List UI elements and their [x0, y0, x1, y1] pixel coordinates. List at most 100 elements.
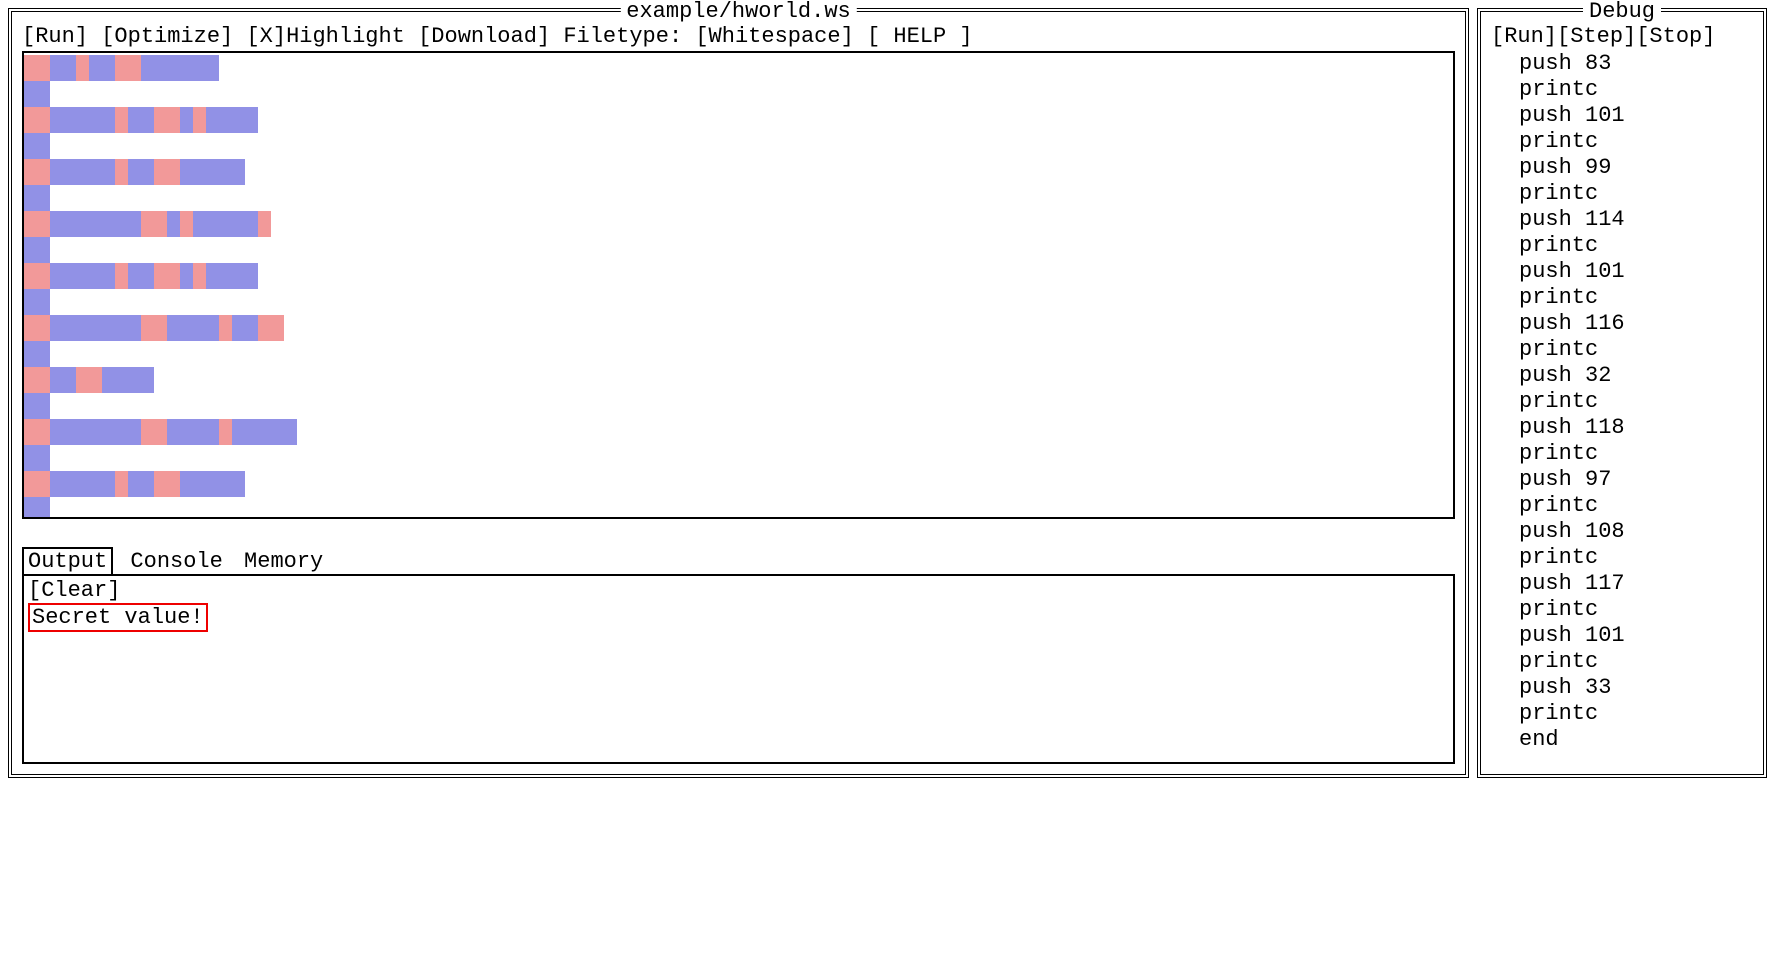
tab-token	[50, 419, 141, 445]
tab-token	[167, 211, 180, 237]
main-title-text: example/hworld.ws	[626, 0, 850, 24]
code-line	[24, 289, 1453, 315]
debug-op: printc	[1519, 441, 1753, 467]
space-token	[24, 367, 50, 393]
run-button[interactable]: [Run]	[22, 24, 88, 49]
space-token	[24, 419, 50, 445]
tab-token	[24, 393, 50, 419]
debug-op: printc	[1519, 649, 1753, 675]
space-token	[76, 55, 89, 81]
main-toolbar: [Run] [Optimize] [X]Highlight [Download]…	[22, 20, 1455, 51]
download-button[interactable]: [Download]	[418, 24, 550, 49]
debug-ops-list: push 83printcpush 101printcpush 99printc…	[1491, 49, 1753, 755]
tab-token	[128, 107, 154, 133]
space-token	[76, 367, 102, 393]
code-area[interactable]	[22, 51, 1455, 519]
space-token	[24, 471, 50, 497]
space-token	[115, 159, 128, 185]
debug-op: push 101	[1519, 103, 1753, 129]
tab-token	[128, 159, 154, 185]
space-token	[141, 419, 167, 445]
tab-token	[24, 289, 50, 315]
space-token	[24, 315, 50, 341]
tab-output[interactable]: Output	[22, 547, 113, 574]
app-root: example/hworld.ws [Run] [Optimize] [X]Hi…	[0, 0, 1775, 786]
debug-op: push 99	[1519, 155, 1753, 181]
tab-token	[50, 315, 141, 341]
debug-op: push 117	[1519, 571, 1753, 597]
debug-title-text: Debug	[1589, 0, 1655, 24]
tab-token	[50, 471, 115, 497]
space-token	[115, 471, 128, 497]
tab-token	[50, 263, 115, 289]
debug-op: push 118	[1519, 415, 1753, 441]
tab-token	[180, 471, 245, 497]
clear-button[interactable]: [Clear]	[28, 578, 120, 603]
debug-title: Debug	[1583, 0, 1661, 24]
output-text: Secret value!	[28, 603, 208, 632]
debug-op: printc	[1519, 493, 1753, 519]
tab-token	[193, 211, 258, 237]
debug-op: printc	[1519, 597, 1753, 623]
debug-step-button[interactable]: [Step]	[1557, 24, 1636, 49]
space-token	[115, 107, 128, 133]
debug-op: push 101	[1519, 623, 1753, 649]
tab-token	[50, 55, 76, 81]
tab-token	[232, 315, 258, 341]
debug-run-button[interactable]: [Run]	[1491, 24, 1557, 49]
filetype-select[interactable]: [Whitespace]	[695, 24, 853, 49]
code-line	[24, 445, 1453, 471]
code-line	[24, 107, 1453, 133]
tab-token	[232, 419, 297, 445]
debug-op: printc	[1519, 233, 1753, 259]
code-line	[24, 471, 1453, 497]
debug-op: printc	[1519, 545, 1753, 571]
tab-token	[24, 445, 50, 471]
code-line	[24, 159, 1453, 185]
space-token	[219, 419, 232, 445]
space-token	[193, 107, 206, 133]
debug-op: end	[1519, 727, 1753, 753]
space-token	[258, 211, 271, 237]
debug-toolbar: [Run][Step][Stop]	[1491, 20, 1753, 49]
highlight-checkbox[interactable]: [X]	[246, 24, 286, 49]
main-title: example/hworld.ws	[620, 0, 856, 24]
space-token	[141, 315, 167, 341]
space-token	[24, 55, 50, 81]
tab-token	[128, 263, 154, 289]
tab-token	[50, 159, 115, 185]
debug-op: push 116	[1519, 311, 1753, 337]
tab-token	[24, 81, 50, 107]
code-line	[24, 55, 1453, 81]
tab-token	[50, 107, 115, 133]
debug-stop-button[interactable]: [Stop]	[1636, 24, 1715, 49]
debug-op: push 114	[1519, 207, 1753, 233]
debug-op: printc	[1519, 181, 1753, 207]
tab-token	[206, 263, 258, 289]
space-token	[24, 211, 50, 237]
tab-token	[24, 341, 50, 367]
tab-token	[167, 419, 219, 445]
space-token	[24, 263, 50, 289]
space-token	[154, 107, 180, 133]
tab-token	[167, 315, 219, 341]
debug-op: printc	[1519, 285, 1753, 311]
optimize-button[interactable]: [Optimize]	[101, 24, 233, 49]
tab-memory[interactable]: Memory	[240, 549, 327, 574]
help-button[interactable]: [ HELP ]	[867, 24, 973, 49]
tab-token	[50, 367, 76, 393]
debug-op: printc	[1519, 389, 1753, 415]
debug-op: push 83	[1519, 51, 1753, 77]
tab-console[interactable]: Console	[126, 549, 226, 574]
tab-token	[24, 497, 50, 519]
code-line	[24, 81, 1453, 107]
space-token	[24, 159, 50, 185]
tab-token	[128, 471, 154, 497]
output-panel: [Clear] Secret value!	[22, 574, 1455, 764]
debug-op: printc	[1519, 337, 1753, 363]
debug-op: push 32	[1519, 363, 1753, 389]
filetype-label: Filetype:	[563, 24, 682, 49]
tab-token	[24, 133, 50, 159]
tab-token	[180, 107, 193, 133]
output-tabs: Output Console Memory	[22, 547, 1455, 574]
